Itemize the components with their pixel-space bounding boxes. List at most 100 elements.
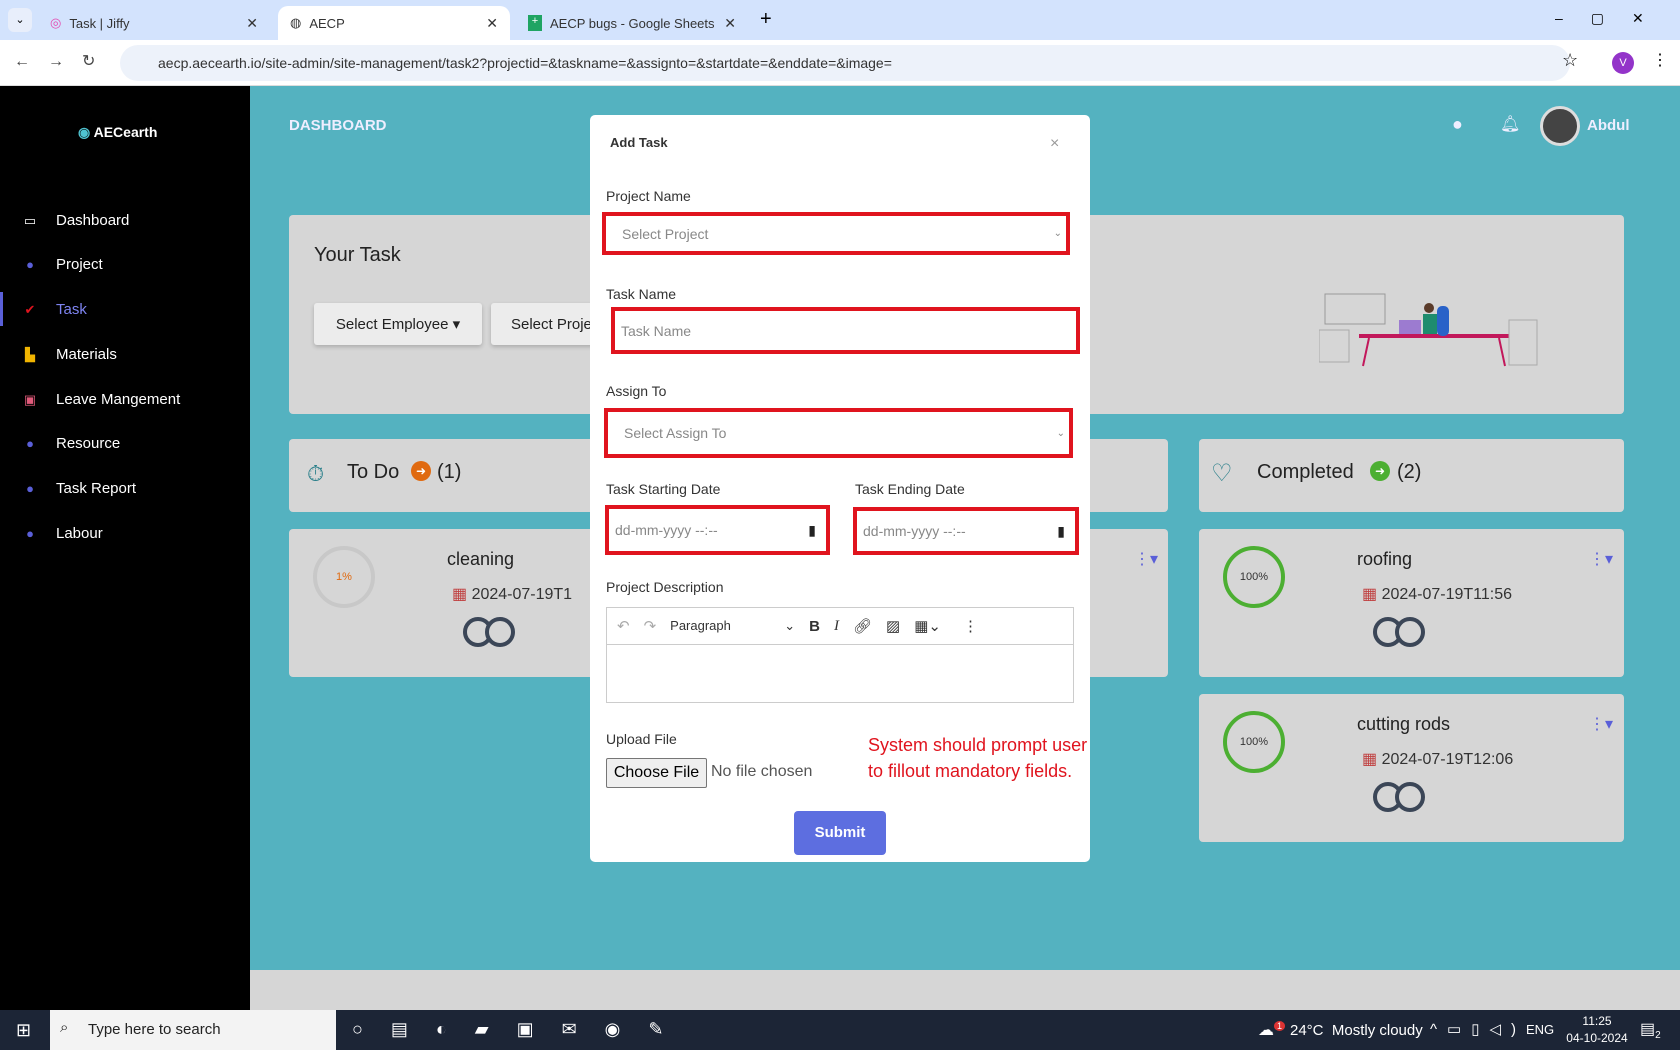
sidebar-item-materials[interactable]: ▙ Materials xyxy=(22,346,117,363)
upload-file-label: Upload File xyxy=(606,731,677,747)
menu-icon[interactable]: ⋮ xyxy=(1652,50,1668,70)
modal-title: Add Task xyxy=(610,135,668,150)
start-date-input[interactable]: dd-mm-yyyy --:-- ▮ xyxy=(605,505,830,555)
logo: ◉ AECearth xyxy=(78,124,158,140)
task-card[interactable]: 100% cutting rods ▦ 2024-07-19T12:06 ⋮▾ xyxy=(1199,694,1624,842)
tab-list-button[interactable]: ⌄ xyxy=(8,8,32,32)
search-icon: ⌕ xyxy=(60,1019,69,1036)
assignee-avatars xyxy=(1373,782,1425,812)
undo-icon[interactable]: ↶ xyxy=(617,617,630,635)
task-date: ▦ 2024-07-19T12:06 xyxy=(1362,751,1514,768)
sidebar-item-task-report[interactable]: ● Task Report xyxy=(22,480,136,497)
task-menu-icon[interactable]: ⋮▾ xyxy=(1589,714,1613,734)
nav-buttons[interactable]: ←→↻ xyxy=(14,51,113,71)
task-card[interactable]: 100% roofing ▦ 2024-07-19T11:56 ⋮▾ xyxy=(1199,529,1624,677)
calendar-icon: ▮ xyxy=(1057,522,1065,539)
taskbar-apps[interactable]: ○▤◐▰▣✉◉✎ xyxy=(352,1019,691,1040)
table-icon[interactable]: ▦⌄ xyxy=(914,617,941,635)
todo-count: (1) xyxy=(437,461,462,483)
your-task-title: Your Task xyxy=(314,244,401,266)
sidebar-item-leave[interactable]: ▣ Leave Mangement xyxy=(22,391,180,408)
window-controls[interactable]: –▢✕ xyxy=(1555,10,1672,27)
arrow-right-icon[interactable]: ➜ xyxy=(1370,461,1390,481)
task-date: ▦ 2024-07-19T11:56 xyxy=(1362,586,1513,603)
sidebar-item-labour[interactable]: ● Labour xyxy=(22,525,103,542)
sheets-icon: + xyxy=(528,15,542,31)
resource-icon: ● xyxy=(26,435,34,451)
report-icon: ● xyxy=(26,480,34,496)
editor-toolbar: ↶ ↷ Paragraph ⌄ BI 🔗︎ ▨ ▦⌄ ⋮ xyxy=(607,608,1073,645)
bold-icon[interactable]: B xyxy=(809,618,820,635)
assign-to-select[interactable]: Select Assign To ⌄ xyxy=(604,408,1073,458)
end-date-label: Task Ending Date xyxy=(855,481,965,497)
completed-header-card: ♡ Completed ➜ (2) xyxy=(1199,439,1624,512)
tab-aecp[interactable]: ◍ AECP ✕ xyxy=(278,6,510,40)
user-name[interactable]: Abdul xyxy=(1587,117,1630,134)
calendar-icon: ▦ xyxy=(1362,586,1382,603)
bookmark-star-icon[interactable]: ☆ xyxy=(1562,50,1578,71)
sidebar-item-task[interactable]: ✔ Task xyxy=(22,301,87,318)
start-date-label: Task Starting Date xyxy=(606,481,721,497)
submit-button[interactable]: Submit xyxy=(794,811,886,855)
paragraph-dropdown[interactable]: Paragraph ⌄ xyxy=(670,618,795,634)
profile-avatar[interactable]: V xyxy=(1612,52,1634,74)
weather-icon[interactable]: ☁ 1 xyxy=(1258,1020,1286,1040)
tab-sheets[interactable]: + AECP bugs - Google Sheets ✕ xyxy=(516,6,748,40)
clock[interactable]: 11:25 04-10-2024 xyxy=(1562,1013,1632,1047)
close-tab-icon[interactable]: ✕ xyxy=(486,15,498,32)
link-icon[interactable]: 🔗︎ xyxy=(853,617,872,635)
notification-icon[interactable]: ▤2 xyxy=(1640,1019,1661,1041)
description-label: Project Description xyxy=(606,579,724,595)
task-name: roofing xyxy=(1357,549,1413,569)
sidebar: ◉ AECearth ▭ Dashboard ● Project ✔ Task ▙ Ma… xyxy=(0,86,250,1010)
completed-count: (2) xyxy=(1397,461,1422,483)
calendar-icon: ▦ xyxy=(1362,751,1382,768)
completed-title: Completed xyxy=(1257,461,1354,483)
todo-title: To Do xyxy=(347,461,400,483)
task-name-input[interactable]: Task Name xyxy=(611,307,1080,354)
task-name: cleaning xyxy=(447,549,515,569)
search-box[interactable]: ⌕ Type here to search xyxy=(50,1010,336,1050)
progress-ring: 100% xyxy=(1223,546,1285,608)
task-name-label: Task Name xyxy=(606,286,677,302)
page-title: DASHBOARD xyxy=(289,117,387,134)
bell-icon[interactable]: 🔔︎ xyxy=(1500,114,1520,134)
more-icon[interactable]: ⋮ xyxy=(963,617,978,635)
end-date-input[interactable]: dd-mm-yyyy --:-- ▮ xyxy=(853,507,1079,555)
chat-icon[interactable]: ● xyxy=(1452,114,1463,135)
globe-icon: ◍ xyxy=(290,15,302,30)
close-tab-icon[interactable]: ✕ xyxy=(724,15,736,32)
calendar-icon: ▮ xyxy=(808,521,816,538)
project-select[interactable]: Select Project ⌄ xyxy=(602,212,1070,255)
weather-text[interactable]: 24°C Mostly cloudy xyxy=(1290,1022,1423,1039)
image-upload-icon[interactable]: ▨ xyxy=(886,617,900,635)
arrow-right-icon[interactable]: ➜ xyxy=(411,461,431,481)
task-date: ▦ 2024-07-19T1 xyxy=(452,586,573,603)
stopwatch-icon: ⏱︎ xyxy=(307,461,325,486)
footer-strip xyxy=(250,970,1680,1010)
sidebar-item-project[interactable]: ● Project xyxy=(22,256,103,273)
redo-icon[interactable]: ↷ xyxy=(644,617,657,635)
windows-start-icon[interactable]: ⊞ xyxy=(16,1020,31,1041)
tab-jiffy[interactable]: ◎ Task | Jiffy ✕ xyxy=(38,6,270,40)
labour-icon: ● xyxy=(26,525,34,541)
sidebar-item-resource[interactable]: ● Resource xyxy=(22,435,120,452)
progress-ring: 1% xyxy=(313,546,375,608)
italic-icon[interactable]: I xyxy=(834,618,839,635)
calendar-icon: ▦ xyxy=(452,586,472,603)
new-tab-button[interactable]: + xyxy=(760,8,772,31)
description-textarea[interactable] xyxy=(607,645,1073,702)
close-button[interactable]: × xyxy=(1050,135,1059,153)
task-menu-icon[interactable]: ⋮▾ xyxy=(1134,549,1158,569)
select-employee-dropdown[interactable]: Select Employee ▾ xyxy=(314,303,482,345)
language-indicator[interactable]: ENG xyxy=(1526,1022,1554,1037)
active-indicator xyxy=(0,292,3,326)
close-tab-icon[interactable]: ✕ xyxy=(246,15,258,32)
task-menu-icon[interactable]: ⋮▾ xyxy=(1589,549,1613,569)
choose-file-button[interactable]: Choose File xyxy=(606,758,707,788)
system-tray-icons[interactable]: ^▭▯◁) xyxy=(1430,1020,1526,1038)
assign-to-label: Assign To xyxy=(606,383,667,399)
sidebar-item-dashboard[interactable]: ▭ Dashboard xyxy=(22,212,130,229)
url-input[interactable]: aecp.aecearth.io/site-admin/site-managem… xyxy=(120,45,1570,81)
user-avatar[interactable] xyxy=(1540,106,1580,146)
